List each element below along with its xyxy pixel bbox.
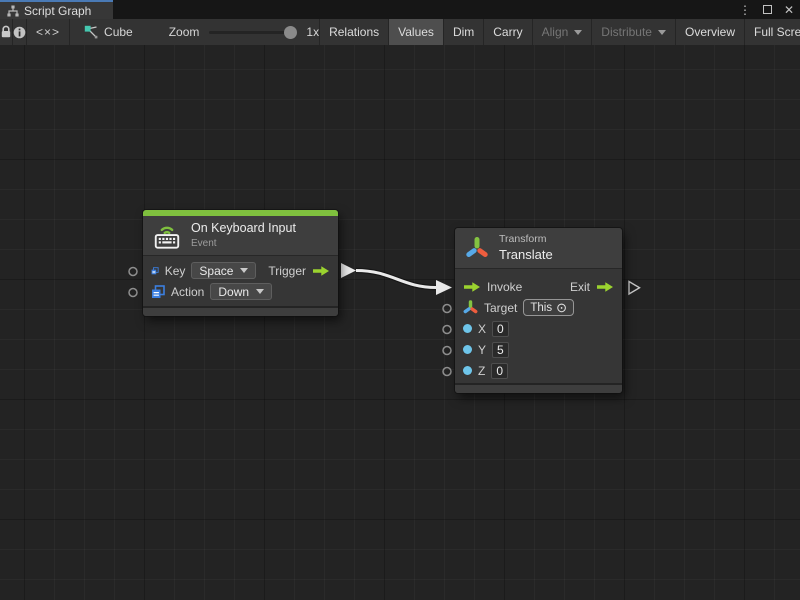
key-dropdown[interactable]: Space [191, 262, 256, 279]
more-menu-icon[interactable]: ⋮ [739, 4, 751, 16]
zoom-value: 1x [306, 25, 319, 39]
action-node-rows: Invoke Exit Target This [455, 269, 622, 383]
values-button[interactable]: Values [389, 19, 444, 45]
target-label: Target [484, 301, 517, 315]
action-node-header: Transform Translate [455, 228, 622, 269]
zoom-label: Zoom [169, 25, 200, 39]
port-y[interactable] [443, 347, 451, 355]
key-label: Key [165, 264, 186, 278]
window-controls: ⋮ ✕ [739, 0, 794, 19]
script-graph-window: Script Graph ⋮ ✕ <×> [0, 0, 800, 600]
value-dot-icon [463, 345, 472, 354]
event-node-rows: Key Space Trigger [143, 256, 338, 306]
action-node-titles: Transform Translate [499, 233, 553, 263]
node-category: Transform [499, 233, 553, 247]
exit-port-triangle[interactable] [629, 282, 640, 295]
port-z[interactable] [443, 368, 451, 376]
zoom-slider-handle[interactable] [284, 26, 297, 39]
invoke-input-arrow-icon[interactable] [463, 281, 481, 293]
node-transform-translate[interactable]: Transform Translate Invoke Exit [455, 228, 622, 393]
relations-button[interactable]: Relations [320, 19, 389, 45]
graph-context-icon [84, 25, 98, 39]
zoom-slider[interactable] [209, 31, 297, 34]
tab-script-graph[interactable]: Script Graph [0, 0, 113, 19]
transform-icon [464, 235, 490, 261]
exit-output-arrow-icon[interactable] [596, 281, 614, 293]
chevron-down-icon [574, 30, 582, 35]
target-this-button[interactable]: This ⊙ [523, 299, 574, 316]
row-action: Action Down [143, 281, 338, 302]
transform-icon [463, 300, 478, 315]
keyboard-event-icon [152, 221, 182, 250]
action-label: Action [171, 285, 204, 299]
row-x: X 0 [455, 318, 622, 339]
node-title: Translate [499, 247, 553, 263]
lock-icon [0, 25, 12, 39]
connection-destination-arrow [436, 280, 452, 295]
tab-title: Script Graph [24, 4, 91, 18]
node-subtitle: Event [191, 237, 296, 250]
z-label: Z [478, 364, 485, 378]
connection-trigger-to-invoke[interactable] [356, 271, 436, 288]
distribute-dropdown: Distribute [592, 19, 676, 45]
event-node-footer [143, 306, 338, 316]
exit-label: Exit [570, 280, 590, 294]
event-node-titles: On Keyboard Input Event [191, 221, 296, 250]
action-node-footer [455, 383, 622, 393]
lock-button[interactable] [0, 19, 13, 45]
fullscreen-button[interactable]: Full Screen [745, 19, 800, 45]
row-key: Key Space Trigger [143, 260, 338, 281]
chevron-down-icon [240, 268, 248, 273]
chevron-down-icon [256, 289, 264, 294]
port-target[interactable] [443, 305, 451, 313]
event-node-header: On Keyboard Input Event [143, 216, 338, 256]
y-input[interactable]: 5 [492, 342, 509, 358]
target-picker-icon: ⊙ [556, 301, 567, 314]
info-button[interactable] [13, 19, 27, 45]
trigger-output-arrow-icon[interactable] [312, 265, 330, 277]
x-label: X [478, 322, 486, 336]
row-z: Z 0 [455, 360, 622, 381]
node-title: On Keyboard Input [191, 221, 296, 237]
close-icon[interactable]: ✕ [784, 4, 794, 16]
enum-icon [151, 264, 159, 278]
y-label: Y [478, 343, 486, 357]
x-input[interactable]: 0 [492, 321, 509, 337]
row-target: Target This ⊙ [455, 297, 622, 318]
tab-bar: Script Graph ⋮ ✕ [0, 0, 800, 19]
row-invoke-exit: Invoke Exit [455, 276, 622, 297]
maximize-icon[interactable] [763, 5, 772, 14]
graph-toolbar: <×> Cube Zoom 1x Relations Values Dim Ca… [0, 19, 800, 45]
value-dot-icon [463, 324, 472, 333]
action-dropdown[interactable]: Down [210, 283, 272, 300]
carry-button[interactable]: Carry [484, 19, 532, 45]
graph-canvas[interactable]: On Keyboard Input Event Key Space [0, 45, 800, 600]
port-x[interactable] [443, 326, 451, 334]
port-key[interactable] [129, 268, 137, 276]
overview-button[interactable]: Overview [676, 19, 745, 45]
align-dropdown: Align [533, 19, 593, 45]
dim-button[interactable]: Dim [444, 19, 484, 45]
trigger-label: Trigger [268, 264, 306, 278]
code-view-button[interactable]: <×> [27, 19, 70, 45]
wire-layer [0, 45, 800, 600]
port-action[interactable] [129, 289, 137, 297]
graph-context-name[interactable]: Cube [104, 25, 133, 39]
chevron-down-icon [658, 30, 666, 35]
node-on-keyboard-input[interactable]: On Keyboard Input Event Key Space [143, 210, 338, 316]
value-dot-icon [463, 366, 472, 375]
z-input[interactable]: 0 [491, 363, 508, 379]
connection-source-arrow [341, 263, 356, 278]
script-graph-icon [7, 5, 19, 17]
context-zoom-region: Cube Zoom 1x [70, 19, 320, 45]
info-icon [13, 26, 26, 39]
row-y: Y 5 [455, 339, 622, 360]
invoke-label: Invoke [487, 280, 522, 294]
enum-icon [151, 285, 165, 299]
